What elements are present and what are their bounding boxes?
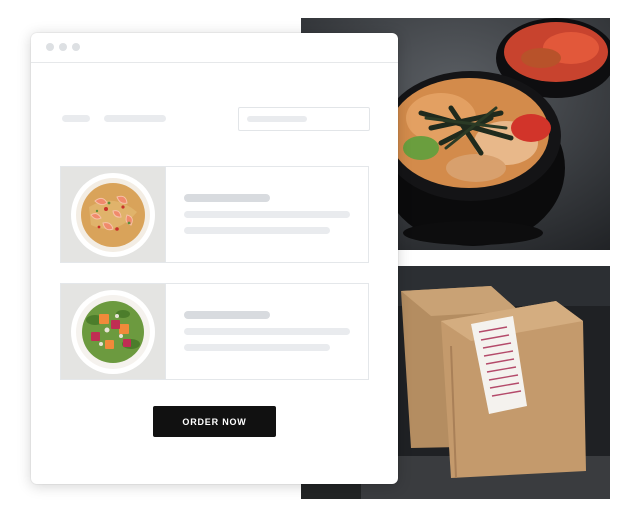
- item-desc-placeholder-1: [184, 328, 350, 335]
- menu-item-card[interactable]: [60, 283, 369, 380]
- app-window: ORDER NOW: [31, 33, 398, 484]
- beet-salad-image: [61, 284, 165, 379]
- item-desc-placeholder-2: [184, 344, 330, 351]
- item-desc-placeholder-1: [184, 211, 350, 218]
- menu-item-card[interactable]: [60, 166, 369, 263]
- search-input[interactable]: [238, 107, 370, 131]
- item-desc-placeholder-2: [184, 227, 330, 234]
- window-titlebar: [31, 33, 398, 63]
- item-title-placeholder: [184, 311, 270, 319]
- shrimp-pasta-image: [61, 167, 165, 262]
- nav-placeholder-short: [62, 115, 90, 122]
- window-minimize-dot[interactable]: [59, 43, 67, 51]
- card-text-area: [165, 167, 368, 262]
- search-placeholder-bar: [247, 116, 307, 122]
- item-title-placeholder: [184, 194, 270, 202]
- window-maximize-dot[interactable]: [72, 43, 80, 51]
- nav-placeholder-long: [104, 115, 166, 122]
- window-close-dot[interactable]: [46, 43, 54, 51]
- card-text-area: [165, 284, 368, 379]
- order-now-button[interactable]: ORDER NOW: [153, 406, 276, 437]
